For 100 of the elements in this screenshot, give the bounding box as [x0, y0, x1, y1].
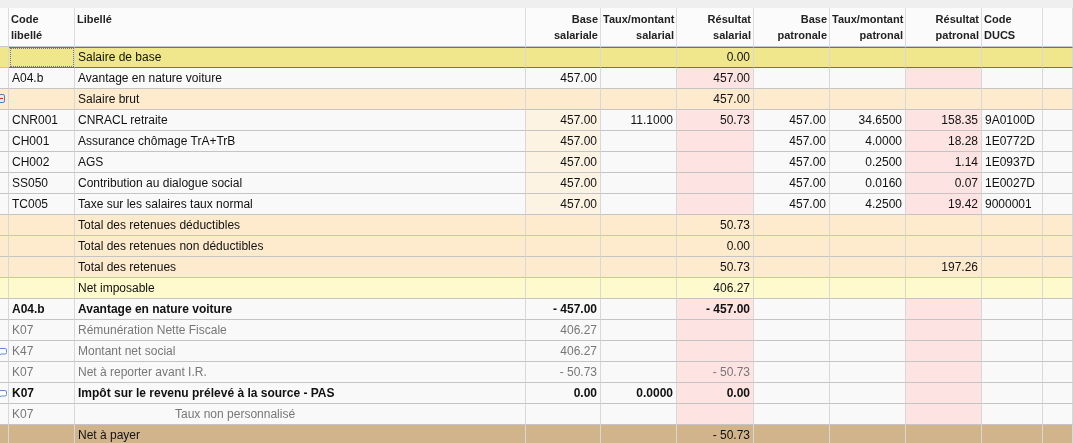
table-cell	[982, 257, 1043, 278]
table-cell: CNR001	[9, 110, 75, 131]
table-cell	[1043, 341, 1073, 362]
table-cell	[1043, 68, 1073, 89]
table-cell: CH001	[9, 131, 75, 152]
table-cell	[1043, 173, 1073, 194]
table-cell: Impôt sur le revenu prélevé à la source - PAS	[75, 383, 526, 404]
table-cell: 1E0937D	[982, 152, 1043, 173]
table-cell: CH002	[9, 152, 75, 173]
table-cell: - 457.00	[526, 299, 601, 320]
table-cell: Net à reporter avant I.R.	[75, 362, 526, 383]
column-header[interactable]: Code libellé	[9, 8, 75, 47]
table-cell: TC005	[9, 194, 75, 215]
column-header[interactable]: Résultat patronal	[906, 8, 982, 47]
table-cell	[1043, 383, 1073, 404]
table-cell: 50.73	[677, 110, 754, 131]
table-cell: AGS	[75, 152, 526, 173]
table-cell: Net imposable	[75, 278, 526, 299]
table-cell: K07	[9, 404, 75, 425]
table-cell: Contribution au dialogue social	[75, 173, 526, 194]
table-cell: SS050	[9, 173, 75, 194]
table-cell: Total des retenues non déductibles	[75, 236, 526, 257]
table-cell	[1043, 194, 1073, 215]
table-cell: - 50.73	[677, 425, 754, 443]
table-cell	[1043, 425, 1073, 443]
column-header[interactable]: Libellé	[75, 8, 526, 47]
table-cell	[982, 362, 1043, 383]
table-cell	[1043, 299, 1073, 320]
table-cell: K07	[9, 362, 75, 383]
table-cell: Avantage en nature voiture	[75, 68, 526, 89]
table-cell: 1.14	[906, 152, 982, 173]
table-cell	[982, 404, 1043, 425]
column-header[interactable]: Résultat salarial	[677, 8, 754, 47]
table-cell	[982, 215, 1043, 236]
table-cell: K47	[9, 341, 75, 362]
table-cell	[1043, 131, 1073, 152]
table-cell: Taxe sur les salaires taux normal	[75, 194, 526, 215]
table-cell: 18.28	[906, 131, 982, 152]
column-header[interactable]: Taux/montant patronal	[830, 8, 906, 47]
table-cell: - 457.00	[677, 299, 754, 320]
table-cell: A04.b	[9, 299, 75, 320]
table-cell: 4.0000	[830, 131, 906, 152]
table-cell: 0.0000	[601, 383, 677, 404]
table-cell: 50.73	[677, 257, 754, 278]
table-cell: 406.27	[526, 320, 601, 341]
table-cell: 11.1000	[601, 110, 677, 131]
table-cell: - 50.73	[526, 362, 601, 383]
table-cell: 0.00	[677, 383, 754, 404]
table-cell	[1043, 257, 1073, 278]
column-header[interactable]: Base salariale	[526, 8, 601, 47]
table-cell: K07	[9, 383, 75, 404]
table-cell: A04.b	[9, 68, 75, 89]
table-cell: Salaire brut	[75, 89, 526, 110]
table-cell	[1043, 278, 1073, 299]
table-cell	[982, 299, 1043, 320]
table-cell: 406.27	[677, 278, 754, 299]
table-cell: CNRACL retraite	[75, 110, 526, 131]
table-cell	[982, 383, 1043, 404]
table-cell: 457.00	[754, 110, 830, 131]
table-cell	[1043, 47, 1073, 68]
table-cell: 457.00	[677, 68, 754, 89]
table-cell: Salaire de base	[75, 47, 526, 68]
table-cell: 457.00	[754, 194, 830, 215]
table-cell	[1043, 236, 1073, 257]
table-cell: 34.6500	[830, 110, 906, 131]
table-cell: Avantage en nature voiture	[75, 299, 526, 320]
table-cell: Total des retenues déductibles	[75, 215, 526, 236]
table-cell: 197.26	[906, 257, 982, 278]
table-cell: 0.0160	[830, 173, 906, 194]
table-cell: 457.00	[754, 131, 830, 152]
table-cell	[1043, 404, 1073, 425]
table-cell: 0.2500	[830, 152, 906, 173]
table-cell: K07	[9, 320, 75, 341]
table-cell: 1E0772D	[982, 131, 1043, 152]
table-cell: 9000001	[982, 194, 1043, 215]
column-header[interactable]: Base patronale	[754, 8, 830, 47]
table-cell: 457.00	[526, 152, 601, 173]
table-cell: 0.07	[906, 173, 982, 194]
table-cell: 4.2500	[830, 194, 906, 215]
table-cell: 457.00	[526, 173, 601, 194]
table-cell	[982, 68, 1043, 89]
column-header[interactable]: Taux/montant salarial	[601, 8, 677, 47]
table-cell: 457.00	[526, 194, 601, 215]
table-cell	[1043, 89, 1073, 110]
table-cell	[982, 47, 1043, 68]
table-cell	[982, 425, 1043, 443]
table-cell: 457.00	[526, 110, 601, 131]
comment-icon[interactable]	[0, 389, 7, 398]
table-cell	[982, 341, 1043, 362]
table-cell: 0.00	[677, 47, 754, 68]
table-cell	[1043, 215, 1073, 236]
table-cell	[1043, 152, 1073, 173]
comment-icon[interactable]	[0, 347, 7, 356]
table-cell: 158.35	[906, 110, 982, 131]
column-header[interactable]: Code DUCS	[982, 8, 1043, 47]
table-cell: 457.00	[677, 89, 754, 110]
table-cell: 457.00	[526, 68, 601, 89]
table-cell: Montant net social	[75, 341, 526, 362]
table-cell: 457.00	[754, 173, 830, 194]
table-cell: Net à payer	[75, 425, 526, 443]
